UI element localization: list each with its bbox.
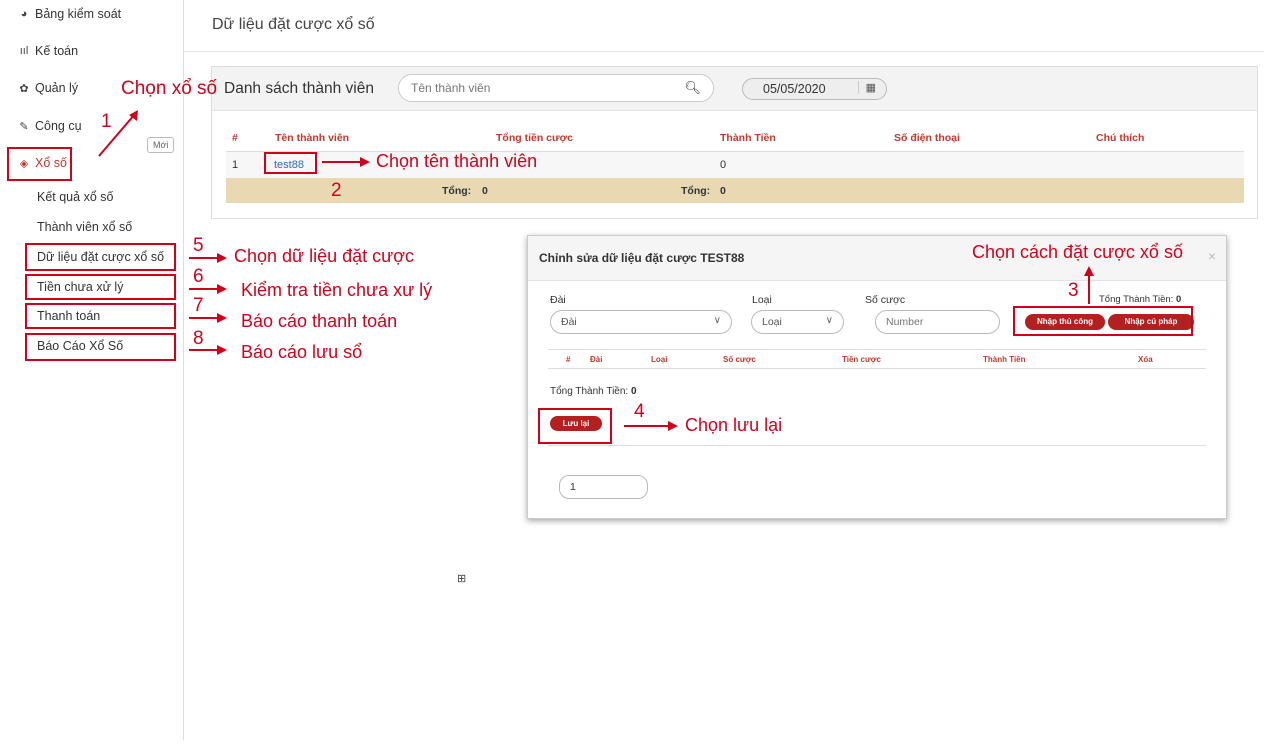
column-header: Thành Tiền — [720, 132, 776, 144]
total-top: Tổng Thành Tiền: 0 — [1099, 294, 1181, 305]
arrow-icon — [189, 284, 227, 294]
total-bottom-value: 0 — [630, 386, 637, 397]
gear-icon: ✿ — [19, 82, 29, 95]
pie-chart-icon: ◕ — [20, 8, 28, 20]
highlight-box — [25, 303, 176, 329]
sidebar: ◕ Bảng kiểm soát ııl Kế toán ✿ Quản lý ✎… — [0, 0, 184, 740]
row-index: 1 — [232, 159, 239, 171]
highlight-box — [538, 408, 612, 444]
column-header: Số cược — [723, 355, 756, 364]
total-bottom-label: Tổng Thành Tiền: — [550, 386, 629, 397]
chevron-down-icon: ∨ — [713, 315, 721, 326]
edit-bet-modal: Chỉnh sửa dữ liệu đặt cược TEST88 × Đài … — [527, 235, 1227, 519]
total-label: Tổng: — [442, 185, 472, 197]
arrow-icon — [322, 157, 370, 167]
column-header: Loại — [651, 355, 668, 364]
total-value: 0 — [482, 185, 488, 197]
highlight-box — [1013, 306, 1193, 336]
sidebar-item-label: Kế toán — [35, 44, 79, 58]
column-header: Tên thành viên — [275, 132, 350, 144]
search-input[interactable] — [411, 81, 671, 95]
highlight-box — [25, 333, 176, 361]
column-header: Chú thích — [1096, 132, 1145, 144]
column-header: Thành Tiền — [983, 355, 1026, 364]
new-badge: Mới — [147, 137, 175, 153]
sidebar-sub-members[interactable]: Thành viên xổ số — [37, 220, 132, 234]
annotation-save-report: Báo cáo lưu sổ — [241, 342, 363, 362]
panel-title: Danh sách thành viên — [224, 80, 374, 97]
arrow-icon — [189, 345, 227, 355]
wrench-icon: ✎ — [19, 120, 29, 133]
annotation-save: Chọn lưu lại — [685, 415, 783, 435]
page-number-input[interactable] — [559, 475, 648, 499]
sidebar-item-accounting[interactable]: ııl Kế toán — [18, 44, 78, 58]
total-top-value: 0 — [1175, 294, 1182, 305]
modal-title: Chỉnh sửa dữ liệu đặt cược TEST88 — [539, 251, 745, 265]
member-list-panel: Danh sách thành viên 🔍︎ 05/05/2020 ▦ # T… — [211, 66, 1258, 219]
arrow-icon — [189, 253, 227, 263]
grid-icon: ⊞ — [457, 573, 467, 585]
calendar-icon[interactable]: ▦ — [857, 81, 876, 94]
date-picker[interactable]: 05/05/2020 ▦ — [742, 78, 887, 100]
dai-select[interactable]: Đài ∨ — [550, 310, 732, 334]
member-search[interactable]: 🔍︎ — [398, 74, 714, 102]
total-top-label: Tổng Thành Tiền: — [1099, 294, 1174, 305]
step-number: 3 — [1068, 280, 1079, 301]
sidebar-item-dashboard[interactable]: ◕ Bảng kiểm soát — [18, 7, 122, 21]
highlight-box — [7, 147, 72, 181]
column-header: Tiền cược — [842, 355, 881, 364]
arrow-icon — [1084, 266, 1094, 304]
socuoc-input[interactable] — [875, 310, 1000, 334]
total-value: 0 — [720, 185, 726, 197]
loai-select[interactable]: Loại ∨ — [751, 310, 844, 334]
divider — [548, 349, 1206, 350]
annotation-choose-method: Chọn cách đặt cược xổ số — [972, 242, 1183, 262]
divider — [548, 368, 1206, 369]
annotation-choose-member: Chọn tên thành viên — [376, 151, 538, 171]
search-icon[interactable]: 🔍︎ — [684, 80, 701, 96]
arrow-icon — [624, 421, 678, 431]
step-number: 2 — [331, 180, 342, 201]
column-header: # — [566, 355, 571, 364]
loai-value: Loại — [762, 316, 782, 328]
total-label: Tổng: — [681, 185, 711, 197]
date-value: 05/05/2020 — [763, 82, 826, 96]
highlight-box — [264, 152, 317, 174]
sidebar-item-label: Quản lý — [35, 81, 79, 95]
column-header: Tổng tiền cược — [496, 132, 573, 144]
sidebar-item-label: Công cụ — [35, 119, 82, 133]
column-header: Đài — [590, 355, 603, 364]
arrow-icon — [98, 110, 138, 157]
sidebar-item-tools[interactable]: ✎ Công cụ — [18, 119, 82, 133]
column-header: # — [232, 132, 238, 144]
chevron-down-icon: ∨ — [825, 315, 833, 326]
dai-value: Đài — [561, 316, 577, 328]
highlight-box — [25, 274, 176, 300]
sidebar-item-label: Bảng kiểm soát — [35, 7, 122, 21]
annotation-payment-report: Báo cáo thanh toán — [241, 311, 398, 331]
highlight-box — [25, 243, 176, 271]
page-title: Dữ liệu đặt cược xổ số — [212, 16, 375, 33]
annotation-choose-lottery: Chọn xổ số — [121, 78, 218, 99]
total-bottom: Tổng Thành Tiền: 0 — [550, 386, 637, 397]
divider — [548, 445, 1206, 446]
column-header: Số điện thoại — [894, 132, 960, 144]
socuoc-label: Số cược — [865, 294, 906, 306]
column-header: Xóa — [1138, 355, 1153, 364]
divider — [184, 51, 1264, 52]
sidebar-sub-results[interactable]: Kết quả xổ số — [37, 190, 113, 204]
row-amount: 0 — [720, 159, 727, 171]
arrow-icon — [189, 313, 227, 323]
panel-header: Danh sách thành viên 🔍︎ 05/05/2020 ▦ — [212, 67, 1257, 111]
dai-label: Đài — [550, 294, 566, 306]
bar-chart-icon: ııl — [19, 45, 29, 57]
close-icon[interactable]: × — [1208, 248, 1216, 264]
total-row: Tổng: 0 Tổng: 0 — [226, 178, 1244, 203]
loai-label: Loại — [752, 294, 772, 306]
annotation-bet-data: Chọn dữ liệu đặt cược — [234, 246, 414, 266]
sidebar-item-management[interactable]: ✿ Quản lý — [18, 81, 78, 95]
annotation-pending: Kiểm tra tiền chưa xư lý — [241, 280, 433, 300]
